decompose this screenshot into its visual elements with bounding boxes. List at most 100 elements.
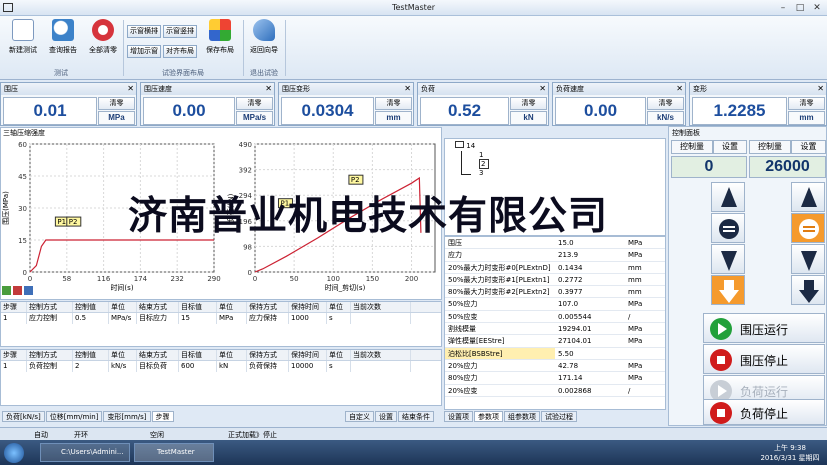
column-header[interactable]: 保持时间 xyxy=(289,302,327,312)
close-icon[interactable]: ✕ xyxy=(817,83,824,95)
close-icon[interactable]: ✕ xyxy=(676,83,683,95)
tab[interactable]: 自定义 xyxy=(345,411,374,422)
param-row[interactable]: 泊松比[BSBStre] 5.50 xyxy=(445,347,665,360)
column-header[interactable]: 目标值 xyxy=(179,302,217,312)
fast-down-button-1[interactable] xyxy=(711,275,745,305)
tab[interactable]: 设置项 xyxy=(444,411,473,422)
table-row[interactable]: 1 应力控制 0.5 MPa/s 目标应力 15 MPa 应力保持 1000 s xyxy=(1,313,441,324)
column-header[interactable]: 保持方式 xyxy=(247,350,289,360)
param-row[interactable]: 20%应变 0.002868 / xyxy=(445,385,665,397)
column-header[interactable]: 步骤 xyxy=(1,302,27,312)
tab[interactable]: 负荷[kN/s] xyxy=(2,411,45,422)
tree-root[interactable]: 14 xyxy=(455,141,475,150)
chart-type-icon[interactable] xyxy=(13,286,22,295)
column-header[interactable]: 结束方式 xyxy=(137,302,179,312)
column-header[interactable]: 步骤 xyxy=(1,350,27,360)
set-button-2[interactable]: 设置 xyxy=(791,140,826,154)
close-icon[interactable]: ✕ xyxy=(810,2,824,14)
tab[interactable]: 参数项 xyxy=(474,411,503,422)
param-name: 80%最大力时变形#2[PLExtn2] xyxy=(448,288,550,297)
column-header[interactable]: 控制值 xyxy=(73,302,109,312)
set-button-1[interactable]: 设置 xyxy=(713,140,747,154)
save-layout-button[interactable]: 保存布局 xyxy=(202,19,238,55)
new-test-button[interactable]: 新建测试 xyxy=(6,19,40,55)
clear-button[interactable]: 清零 xyxy=(647,97,684,110)
show-vertical-button[interactable]: 示窗竖排 xyxy=(163,25,197,38)
column-header[interactable]: 单位 xyxy=(217,350,247,360)
column-header[interactable]: 当前次数 xyxy=(351,302,411,312)
tab[interactable]: 结束条件 xyxy=(398,411,434,422)
tree-item-selected[interactable]: 2 xyxy=(479,159,489,169)
tree-item[interactable]: 1 xyxy=(479,151,489,159)
param-name: 应力 xyxy=(448,251,462,260)
clear-button[interactable]: 清零 xyxy=(510,97,547,110)
clock[interactable]: 上午 9:38 2016/3/31 星期四 xyxy=(760,443,820,463)
column-header[interactable]: 当前次数 xyxy=(351,350,411,360)
column-header[interactable]: 单位 xyxy=(327,302,351,312)
down-arrow-button-2[interactable] xyxy=(791,244,825,274)
param-row[interactable]: 20%应力 42.78 MPa xyxy=(445,360,665,373)
column-header[interactable]: 结束方式 xyxy=(137,350,179,360)
list-icon[interactable] xyxy=(24,286,33,295)
up-arrow-button-2[interactable] xyxy=(791,182,825,212)
column-header[interactable]: 控制值 xyxy=(73,350,109,360)
up-arrow-button-1[interactable] xyxy=(711,182,745,212)
param-row[interactable]: 50%最大力时变形#1[PLExtn1] 0.2772 mm xyxy=(445,274,665,287)
param-row[interactable]: 弹性模量[EEStre] 27104.01 MPa xyxy=(445,335,665,348)
column-header[interactable]: 单位 xyxy=(217,302,247,312)
fast-down-button-2[interactable] xyxy=(791,275,825,305)
company-watermark: 济南普业机电技术有限公司 xyxy=(128,194,609,239)
close-icon[interactable]: ✕ xyxy=(127,83,134,95)
param-unit: mm xyxy=(628,288,642,297)
start-icon[interactable] xyxy=(4,443,24,463)
column-header[interactable]: 单位 xyxy=(327,350,351,360)
tab[interactable]: 设置 xyxy=(375,411,397,422)
param-row[interactable]: 80%应力 171.14 MPa xyxy=(445,372,665,385)
param-row[interactable]: 割线模量 19294.01 MPa xyxy=(445,323,665,336)
param-row[interactable]: 20%最大力时变形#0[PLExtnD] 0.1434 mm xyxy=(445,262,665,274)
load-stop-button[interactable]: 负荷停止 xyxy=(703,399,825,425)
tab[interactable]: 试验过程 xyxy=(541,411,577,422)
tab[interactable]: 变形[mm/s] xyxy=(103,411,151,422)
back-wizard-button[interactable]: 返回向导 xyxy=(246,19,282,55)
confining-stop-button[interactable]: 围压停止 xyxy=(703,344,825,374)
param-row[interactable]: 80%最大力时变形#2[PLExtn2] 0.3977 mm xyxy=(445,286,665,299)
align-layout-button[interactable]: 对齐布局 xyxy=(163,45,197,58)
show-horizontal-button[interactable]: 示窗横排 xyxy=(127,25,161,38)
clear-button[interactable]: 清零 xyxy=(375,97,412,110)
column-header[interactable]: 目标值 xyxy=(179,350,217,360)
param-row[interactable]: 应力 213.9 MPa xyxy=(445,249,665,262)
restore-icon[interactable]: □ xyxy=(793,2,807,14)
param-row[interactable]: 50%应力 107.0 MPa xyxy=(445,298,665,311)
clear-button[interactable]: 清零 xyxy=(236,97,273,110)
tab[interactable]: 位移[mm/min] xyxy=(45,411,103,422)
tree-item[interactable]: 3 xyxy=(479,169,489,177)
grid-icon[interactable] xyxy=(2,286,11,295)
close-icon[interactable]: ✕ xyxy=(539,83,546,95)
column-header[interactable]: 单位 xyxy=(109,302,137,312)
clear-button[interactable]: 清零 xyxy=(98,97,135,110)
taskbar-testmaster[interactable]: TestMaster xyxy=(134,443,214,462)
add-window-button[interactable]: 增加示窗 xyxy=(127,45,161,58)
fast-down-icon xyxy=(719,280,739,303)
close-icon[interactable]: ✕ xyxy=(404,83,411,95)
tab[interactable]: 步骤 xyxy=(151,411,174,422)
clear-all-button[interactable]: 全部清零 xyxy=(86,19,120,55)
column-header[interactable]: 控制方式 xyxy=(27,302,73,312)
column-header[interactable]: 保持方式 xyxy=(247,302,289,312)
tab[interactable]: 组参数项 xyxy=(504,411,540,422)
column-header[interactable]: 控制方式 xyxy=(27,350,73,360)
param-row[interactable]: 50%应变 0.005544 / xyxy=(445,311,665,324)
taskbar-explorer[interactable]: C:\Users\Admini... xyxy=(40,443,130,462)
minimize-icon[interactable]: – xyxy=(776,2,790,14)
down-arrow-button-1[interactable] xyxy=(711,244,745,274)
clear-button[interactable]: 清零 xyxy=(788,97,825,110)
column-header[interactable]: 保持时间 xyxy=(289,350,327,360)
stop-mid-button-2[interactable] xyxy=(791,213,825,243)
view-report-button[interactable]: 查询报告 xyxy=(46,19,80,55)
confining-run-button[interactable]: 围压运行 xyxy=(703,313,825,343)
column-header[interactable]: 单位 xyxy=(109,350,137,360)
table-row[interactable]: 1 负荷控制 2 kN/s 目标负荷 600 kN 负荷保持 10000 s xyxy=(1,361,441,372)
close-icon[interactable]: ✕ xyxy=(265,83,272,95)
stop-mid-button-1[interactable] xyxy=(711,213,745,243)
